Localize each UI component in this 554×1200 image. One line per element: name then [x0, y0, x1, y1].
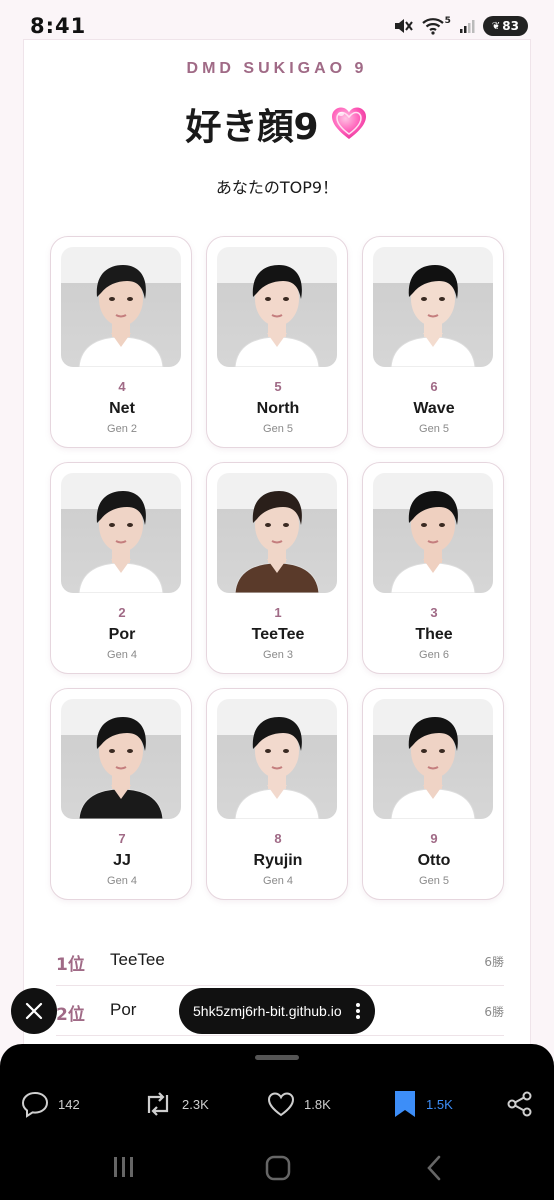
status-icons: 5 ❦ 83 [393, 16, 528, 36]
member-card[interactable]: 2 Por Gen 4 [50, 462, 192, 674]
member-rank: 7 [118, 831, 126, 846]
url-text: 5hk5zmj6rh-bit.github.io [193, 1003, 342, 1019]
ranking-row: 1位 TeeTee 6勝 [56, 936, 504, 986]
share-icon [507, 1091, 532, 1117]
bottom-sheet: 142 2.3K 1.8K 1.5K [0, 1044, 554, 1200]
battery-level: 83 [502, 19, 519, 33]
member-card[interactable]: 4 Net Gen 2 [50, 236, 192, 448]
title-text: 好き顔9 [185, 107, 319, 148]
sheet-grab-handle[interactable] [255, 1055, 299, 1060]
mute-icon [394, 19, 413, 33]
member-rank: 3 [430, 605, 438, 620]
ranking-wins: 6勝 [484, 1005, 504, 1019]
member-photo [61, 247, 181, 367]
ranking-wins: 6勝 [484, 955, 504, 969]
reply-count: 142 [58, 1096, 80, 1112]
member-gen: Gen 5 [419, 423, 449, 435]
member-gen: Gen 4 [107, 649, 137, 661]
member-rank: 2 [118, 605, 126, 620]
status-time: 8:41 [30, 14, 87, 38]
member-name: Thee [415, 626, 453, 643]
more-options-icon[interactable] [355, 1002, 361, 1020]
member-card[interactable]: 3 Thee Gen 6 [362, 462, 504, 674]
ranking-name: Por [110, 1000, 137, 1019]
like-button[interactable]: 1.8K [266, 1086, 331, 1122]
bookmark-count: 1.5K [426, 1096, 453, 1112]
ranking-name: TeeTee [110, 950, 165, 969]
member-name: Otto [417, 852, 451, 869]
member-photo [373, 247, 493, 367]
reply-button[interactable]: 142 [20, 1086, 80, 1122]
member-card[interactable]: 1 TeeTee Gen 3 [206, 462, 348, 674]
close-icon [25, 1002, 43, 1020]
eyebrow-label: DMD SUKIGAO 9 [186, 60, 368, 77]
member-name: JJ [113, 852, 131, 869]
member-card[interactable]: 8 Ryujin Gen 4 [206, 688, 348, 900]
member-card[interactable]: 5 North Gen 5 [206, 236, 348, 448]
member-card[interactable]: 9 Otto Gen 5 [362, 688, 504, 900]
member-rank: 5 [274, 379, 282, 394]
page-subtitle: あなたのTOP9！ [215, 178, 339, 197]
system-nav [0, 1154, 554, 1184]
member-rank: 6 [430, 379, 438, 394]
leaf-icon: ❦ [491, 20, 501, 32]
repost-count: 2.3K [182, 1096, 209, 1112]
repost-button[interactable]: 2.3K [142, 1086, 209, 1122]
member-card[interactable]: 6 Wave Gen 5 [362, 236, 504, 448]
top9-grid: 4 Net Gen 2 5 North Gen 5 6 Wave Gen 5 2… [50, 236, 504, 900]
member-gen: Gen 4 [263, 875, 293, 887]
member-gen: Gen 4 [107, 875, 137, 887]
member-card[interactable]: 7 JJ Gen 4 [50, 688, 192, 900]
member-rank: 1 [274, 605, 282, 620]
member-gen: Gen 3 [263, 649, 293, 661]
bookmark-icon [395, 1091, 415, 1117]
close-button[interactable] [11, 988, 57, 1034]
wifi-icon [421, 18, 444, 35]
member-photo [217, 473, 337, 593]
member-gen: Gen 5 [263, 423, 293, 435]
bookmark-button[interactable]: 1.5K [392, 1086, 453, 1122]
member-gen: Gen 2 [107, 423, 137, 435]
member-photo [373, 699, 493, 819]
member-name: Wave [413, 400, 455, 417]
member-photo [373, 473, 493, 593]
home-icon[interactable] [264, 1154, 292, 1182]
member-name: TeeTee [251, 626, 305, 643]
member-gen: Gen 6 [419, 649, 449, 661]
member-photo [217, 699, 337, 819]
network-badge: 5 [444, 16, 451, 26]
member-photo [61, 473, 181, 593]
page-title: 好き顔9 [24, 98, 530, 150]
signal-icon [459, 20, 475, 33]
like-icon [267, 1092, 295, 1117]
url-pill[interactable]: 5hk5zmj6rh-bit.github.io [179, 988, 375, 1034]
member-rank: 4 [118, 379, 126, 394]
heart-icon [331, 107, 366, 139]
battery-indicator: ❦ 83 [482, 16, 528, 36]
member-photo [217, 247, 337, 367]
member-rank: 8 [274, 831, 282, 846]
member-rank: 9 [430, 831, 438, 846]
post-actions: 142 2.3K 1.8K 1.5K [0, 1086, 554, 1122]
member-photo [61, 699, 181, 819]
ranking-position: 2位 [56, 1005, 85, 1025]
back-icon[interactable] [424, 1154, 444, 1182]
share-button[interactable] [506, 1086, 534, 1122]
reply-icon [21, 1091, 49, 1118]
like-count: 1.8K [304, 1096, 331, 1112]
recents-icon[interactable] [112, 1154, 136, 1180]
member-name: Por [108, 626, 136, 643]
ranking-position: 1位 [56, 955, 85, 975]
member-name: Ryujin [253, 852, 303, 869]
repost-icon [147, 1092, 169, 1116]
member-gen: Gen 5 [419, 875, 449, 887]
sukigao-card: DMD SUKIGAO 9 好き顔9 あなたのTOP9！ 4 Net Gen 2… [24, 40, 530, 1060]
member-name: North [256, 400, 300, 417]
member-name: Net [109, 400, 135, 417]
